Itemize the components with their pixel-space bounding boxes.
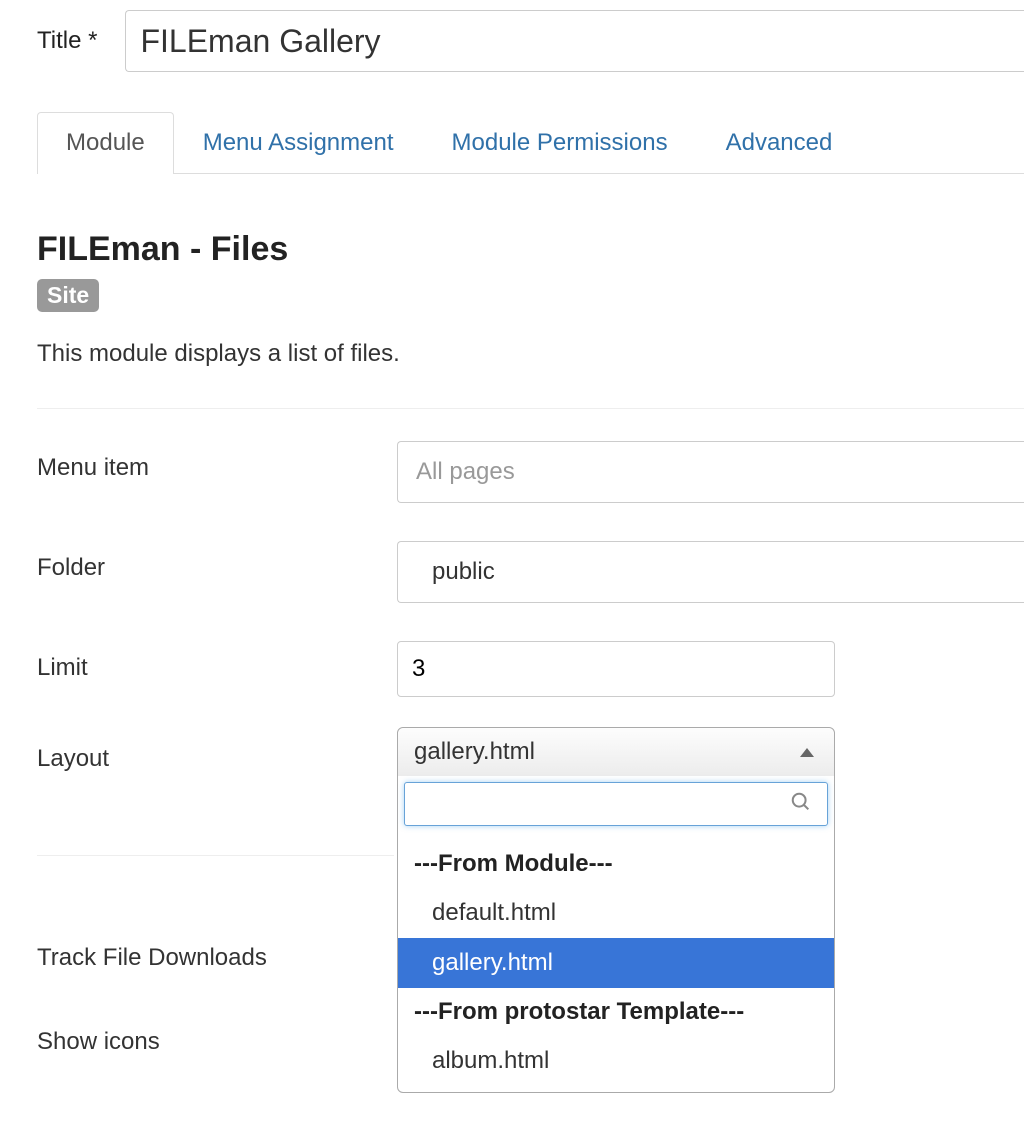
layout-selected-text: gallery.html (414, 738, 535, 766)
title-input[interactable] (125, 10, 1024, 72)
tab-module[interactable]: Module (37, 112, 174, 174)
limit-label: Limit (37, 623, 397, 682)
module-heading: FILEman - Files (37, 230, 1024, 269)
menu-item-label: Menu item (37, 423, 397, 482)
layout-search-input[interactable] (404, 782, 828, 826)
folder-value: public (432, 558, 495, 586)
tab-menu-assignment[interactable]: Menu Assignment (174, 112, 423, 174)
layout-label: Layout (37, 723, 397, 773)
tab-module-permissions[interactable]: Module Permissions (423, 112, 697, 174)
title-row: Title * (37, 0, 1024, 82)
title-label: Title * (37, 27, 97, 55)
show-icons-label: Show icons (37, 1000, 397, 1056)
tab-advanced[interactable]: Advanced (697, 112, 862, 174)
tabs: Module Menu Assignment Module Permission… (37, 112, 1024, 174)
folder-label: Folder (37, 523, 397, 582)
site-badge: Site (37, 279, 99, 312)
layout-group-module: ---From Module--- (398, 840, 834, 888)
menu-item-placeholder: All pages (416, 458, 515, 486)
module-description: This module displays a list of files. (37, 340, 1024, 368)
limit-input[interactable] (397, 641, 835, 697)
layout-dropdown-selected[interactable]: gallery.html (398, 728, 834, 776)
track-downloads-label: Track File Downloads (37, 916, 397, 972)
chevron-up-icon (800, 748, 814, 757)
menu-item-select[interactable]: All pages (397, 441, 1024, 503)
folder-select[interactable]: public (397, 541, 1024, 603)
